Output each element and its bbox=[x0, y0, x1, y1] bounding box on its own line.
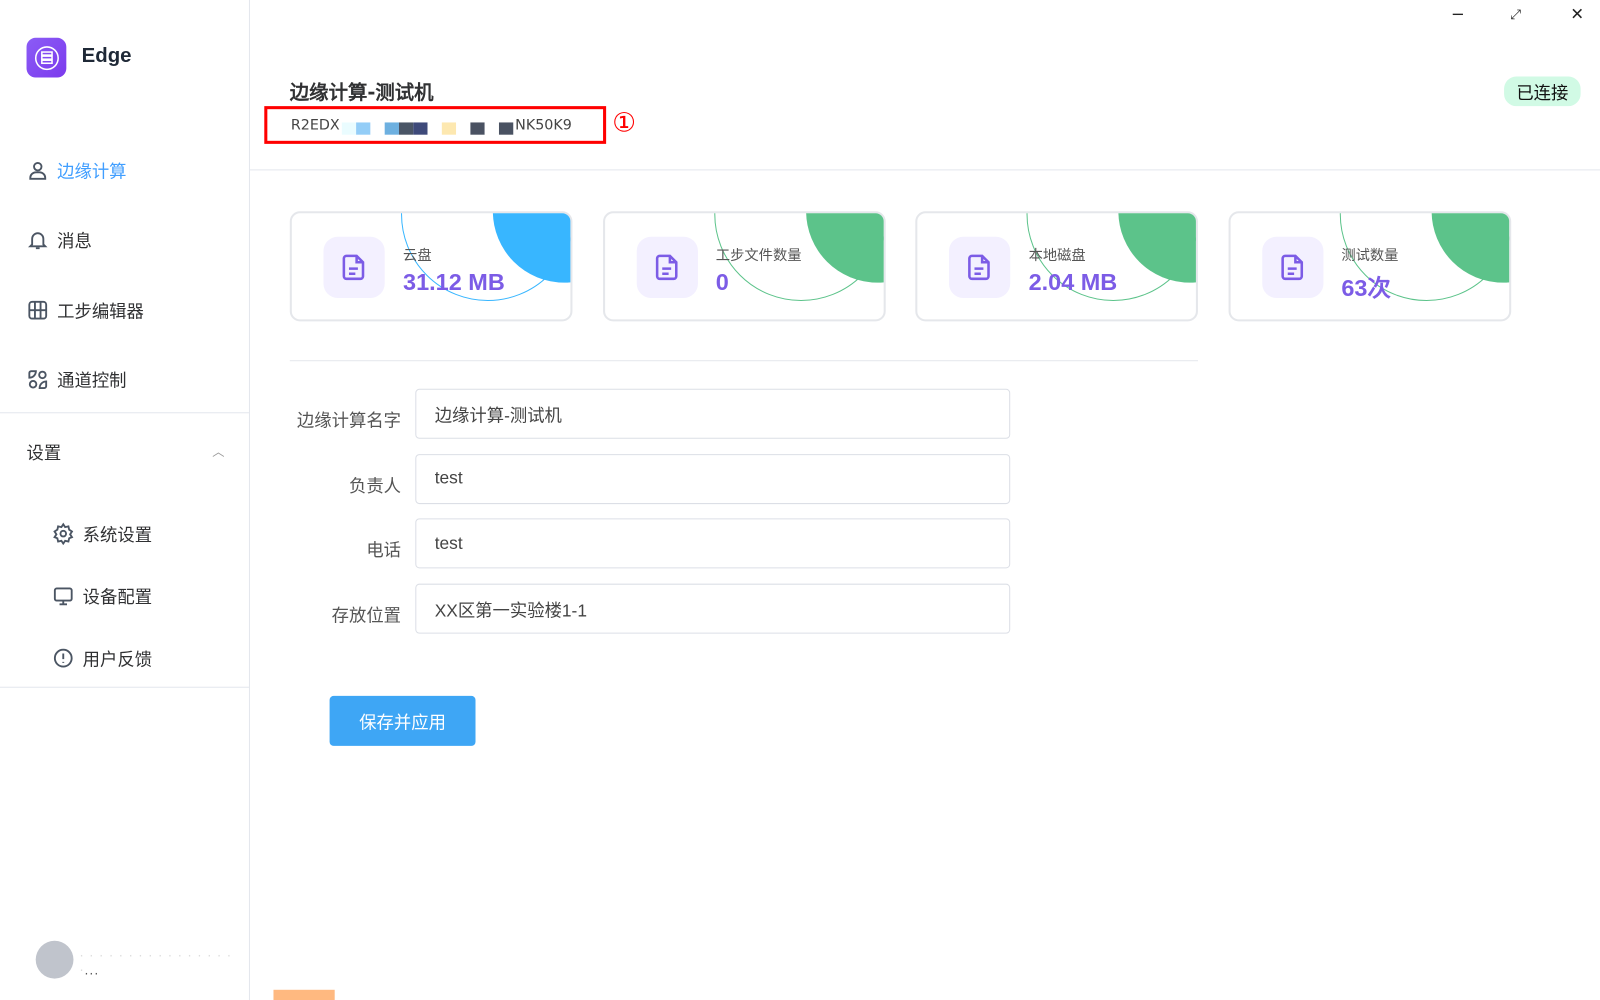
form-field-input[interactable] bbox=[415, 388, 1011, 439]
server-icon bbox=[34, 45, 59, 70]
card-value: 31.12 MB bbox=[403, 268, 505, 295]
form-field-input[interactable]: XX区第一实验楼1-1 bbox=[415, 583, 1011, 634]
shapes-icon bbox=[28, 369, 48, 389]
field-label: 电话 bbox=[366, 541, 402, 562]
device-id: R2EDX NK50K9 bbox=[264, 106, 607, 144]
field-label: 负责人 bbox=[348, 476, 402, 497]
sidebar-item-edge-compute[interactable]: 边缘计算 bbox=[27, 157, 127, 183]
alert-circle-icon bbox=[53, 648, 73, 668]
sidebar-item-feedback[interactable]: 用户反馈 bbox=[52, 645, 153, 671]
sidebar-item-label: 消息 bbox=[57, 231, 92, 253]
annotation-marker: ① bbox=[612, 108, 637, 139]
device-id-suffix: NK50K9 bbox=[515, 116, 572, 134]
save-apply-button[interactable]: 保存并应用 bbox=[329, 695, 476, 746]
avatar[interactable] bbox=[35, 940, 74, 979]
divider bbox=[0, 686, 249, 688]
close-button[interactable]: ✕ bbox=[1570, 4, 1584, 23]
app-name: Edge bbox=[81, 44, 132, 68]
card-icon-box bbox=[636, 236, 698, 298]
card-icon-box bbox=[948, 236, 1011, 298]
maximize-button[interactable]: ⤢ bbox=[1510, 7, 1521, 22]
chevron-up-icon: ︿ bbox=[212, 444, 225, 460]
gear-icon bbox=[53, 522, 74, 545]
sidebar-item-label: 用户反馈 bbox=[82, 649, 153, 671]
card-value: 0 bbox=[715, 268, 729, 295]
file-icon bbox=[342, 254, 365, 281]
sidebar-item-label: 通道控制 bbox=[57, 371, 127, 392]
sidebar-item-channel-control[interactable]: 通道控制 bbox=[27, 366, 127, 392]
grid-icon bbox=[28, 300, 48, 320]
sidebar-item-label: 系统设置 bbox=[82, 525, 153, 546]
scroll-indicator bbox=[273, 989, 335, 1000]
stat-card: 工步文件数量 0 bbox=[602, 211, 886, 322]
card-label: 云盘 bbox=[403, 247, 432, 265]
stat-card: 本地磁盘 2.04 MB bbox=[915, 211, 1198, 322]
monitor-icon bbox=[53, 586, 73, 605]
page-title: 边缘计算-测试机 bbox=[289, 81, 434, 105]
divider bbox=[289, 360, 1198, 362]
file-icon bbox=[968, 254, 990, 281]
card-icon-box bbox=[323, 236, 385, 298]
user-icon bbox=[29, 161, 47, 180]
card-label: 本地磁盘 bbox=[1028, 247, 1086, 265]
minimize-button[interactable]: − bbox=[1451, 4, 1465, 23]
card-value: 2.04 MB bbox=[1028, 268, 1118, 295]
redacted-mosaic bbox=[341, 116, 514, 135]
settings-label: 设置 bbox=[26, 443, 62, 465]
app-logo bbox=[26, 37, 67, 78]
form-field-input[interactable] bbox=[415, 518, 1011, 569]
sidebar: Edge 边缘计算 消息 工步编辑器 通道控制 设置 ︿ 系统设置 设备配置 用… bbox=[0, 0, 250, 1000]
sidebar-item-system-settings[interactable]: 系统设置 bbox=[52, 520, 152, 546]
form-field-input[interactable] bbox=[415, 453, 1011, 504]
card-icon-box bbox=[1261, 236, 1323, 298]
field-label: 存放位置 bbox=[331, 606, 402, 627]
file-icon bbox=[655, 254, 678, 281]
field-label: 边缘计算名字 bbox=[296, 411, 402, 432]
card-label: 测试数量 bbox=[1341, 247, 1399, 265]
device-id-prefix: R2EDX bbox=[290, 116, 340, 134]
card-value: 63次 bbox=[1341, 274, 1391, 302]
bell-icon bbox=[28, 231, 48, 249]
sidebar-item-device-config[interactable]: 设备配置 bbox=[52, 583, 153, 609]
sidebar-item-messages[interactable]: 消息 bbox=[27, 227, 92, 253]
status-badge: 已连接 bbox=[1504, 76, 1581, 107]
divider bbox=[249, 169, 1600, 171]
sidebar-item-label: 设备配置 bbox=[82, 587, 153, 609]
stat-card: 云盘 31.12 MB bbox=[289, 211, 573, 322]
sidebar-item-label: 工步编辑器 bbox=[57, 302, 144, 323]
file-icon bbox=[1280, 254, 1303, 281]
card-label: 工步文件数量 bbox=[715, 247, 802, 265]
sidebar-item-label: 边缘计算 bbox=[57, 162, 127, 183]
sidebar-item-step-editor[interactable]: 工步编辑器 bbox=[27, 297, 144, 323]
settings-group-toggle[interactable]: 设置 ︿ bbox=[26, 439, 225, 465]
stat-card: 测试数量 63次 bbox=[1228, 211, 1511, 322]
user-name[interactable]: · · · · · · · · · · · · · · · · ·... bbox=[80, 949, 249, 978]
divider bbox=[0, 412, 249, 414]
